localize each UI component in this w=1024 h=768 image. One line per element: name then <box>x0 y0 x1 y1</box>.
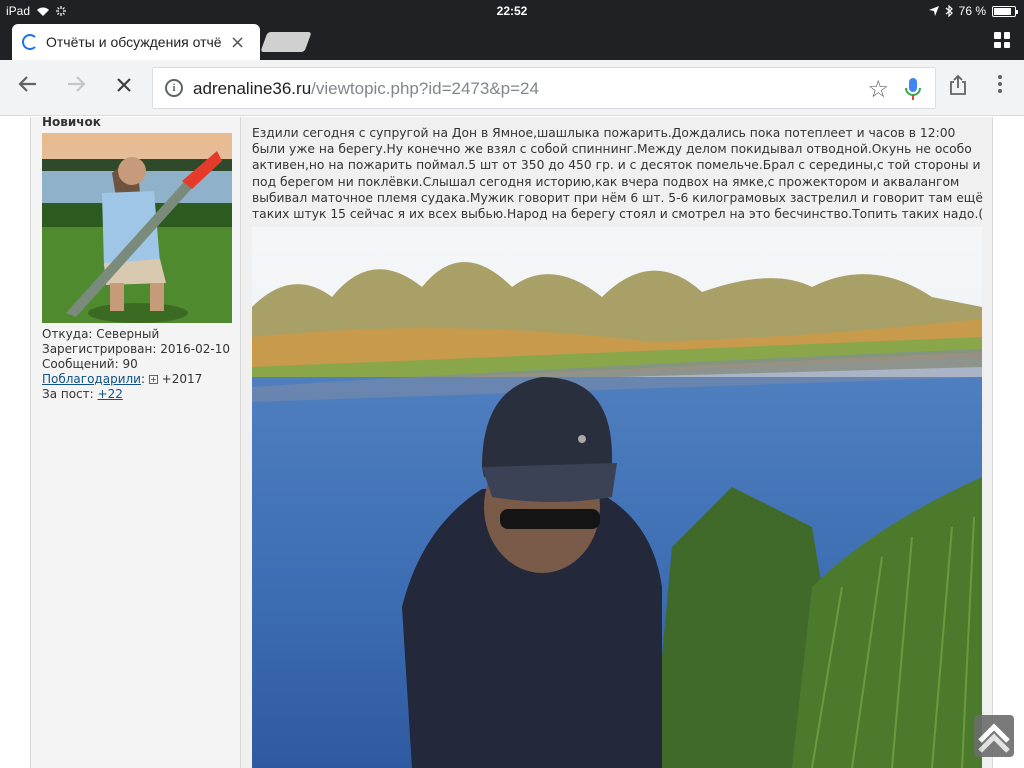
tab-strip: Отчёты и обсуждения отчё × <box>0 22 1024 60</box>
user-profile-info: Откуда: Северный Зарегистрирован: 2016-0… <box>42 327 230 402</box>
close-icon <box>117 78 131 92</box>
share-button[interactable] <box>944 74 972 102</box>
site-info-icon[interactable]: i <box>165 79 183 97</box>
user-thanks: Поблагодарили: + +2017 <box>42 372 203 386</box>
chevron-up-icon <box>978 723 1010 753</box>
tab-close-button[interactable]: × <box>230 32 245 53</box>
loading-spinner-icon <box>22 34 38 50</box>
post-photo[interactable] <box>252 227 982 768</box>
avatar[interactable] <box>42 133 232 323</box>
browser-toolbar: i adrenaline36.ru/viewtopic.php?id=2473&… <box>0 60 1024 116</box>
plus-icon[interactable]: + <box>148 375 158 384</box>
user-rank: Новичок <box>42 117 101 129</box>
scroll-to-top-button[interactable] <box>974 715 1014 757</box>
new-tab-button[interactable] <box>260 32 312 52</box>
thanked-link[interactable]: Поблагодарили <box>42 372 141 386</box>
active-tab[interactable]: Отчёты и обсуждения отчё × <box>12 24 260 60</box>
web-page: Новичок Откуда: Северный Зарегистрирован… <box>0 117 1024 768</box>
url-text[interactable]: adrenaline36.ru/viewtopic.php?id=2473&p=… <box>193 79 539 99</box>
address-bar[interactable]: i adrenaline36.ru/viewtopic.php?id=2473&… <box>152 67 936 109</box>
battery-level <box>994 7 1011 15</box>
thanked-value: +2017 <box>161 372 203 386</box>
avatar-image <box>42 133 232 323</box>
clock: 22:52 <box>496 4 528 18</box>
forward-button[interactable] <box>62 74 90 102</box>
tab-title: Отчёты и обсуждения отчё <box>46 34 222 50</box>
user-post-count: Сообщений: 90 <box>42 357 138 371</box>
user-location: Откуда: Северный <box>42 327 160 341</box>
microphone-icon[interactable] <box>903 77 923 101</box>
per-post-link[interactable]: +22 <box>98 387 123 401</box>
menu-button[interactable] <box>986 74 1014 102</box>
forward-arrow-icon <box>68 76 86 92</box>
battery-icon <box>992 5 1018 17</box>
share-icon <box>950 74 966 95</box>
battery-percent: 76 % <box>958 4 986 18</box>
back-button[interactable] <box>14 74 42 102</box>
back-arrow-icon <box>18 76 36 92</box>
bookmark-star-icon[interactable]: ☆ <box>867 75 889 103</box>
location-icon <box>928 6 939 16</box>
per-post-thanks: За пост: +22 <box>42 387 230 402</box>
url-path: /viewtopic.php?id=2473&p=24 <box>311 79 539 98</box>
post-text: Ездили сегодня с супругой на Дон в Ямное… <box>252 126 984 222</box>
more-vert-icon <box>998 75 1002 93</box>
url-host: adrenaline36.ru <box>193 79 312 98</box>
stop-loading-button[interactable] <box>110 74 138 102</box>
status-bar: iPad 22:52 76 % <box>0 0 1024 22</box>
user-registered: Зарегистрирован: 2016-02-10 <box>42 342 230 356</box>
bluetooth-icon <box>945 5 953 17</box>
fishing-photo-image <box>252 227 982 768</box>
tab-switcher-icon[interactable] <box>994 32 1010 48</box>
per-post-label: За пост: <box>42 387 94 401</box>
